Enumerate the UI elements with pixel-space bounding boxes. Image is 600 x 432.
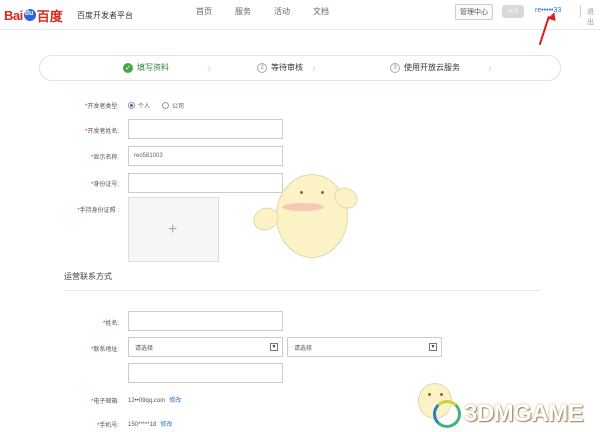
- site-name: 百度开发者平台: [77, 11, 133, 20]
- nav-home[interactable]: 首页: [196, 6, 212, 17]
- section-title: 运营联系方式: [64, 272, 112, 281]
- logout-link[interactable]: 退出: [587, 7, 600, 27]
- email-row: 12••09qq.com 修改: [128, 395, 181, 404]
- step-fill-info: ✓ 填写资料: [123, 62, 169, 73]
- address-detail-input[interactable]: [128, 363, 283, 383]
- contact-name-input[interactable]: [128, 311, 283, 331]
- step-use-cloud: 3 使用开放云服务: [390, 62, 460, 73]
- top-header: Bai 百度 百度开发者平台 首页 服务 活动 文档 管理中心 ✉ 0 re••…: [0, 0, 600, 30]
- dev-name-input[interactable]: [128, 119, 283, 139]
- phone-edit-link[interactable]: 修改: [160, 422, 172, 428]
- radio-label: 公司: [172, 104, 185, 110]
- email-value: 12••09qq.com: [128, 398, 166, 404]
- section-divider: [64, 290, 540, 291]
- nav-activity[interactable]: 活动: [274, 6, 290, 17]
- radio-label: 个人: [138, 104, 151, 110]
- plus-icon: +: [168, 221, 178, 238]
- phone-row: 150*****18 修改: [128, 419, 172, 428]
- baidu-logo[interactable]: Bai 百度: [4, 6, 63, 25]
- radio-dot[interactable]: [128, 102, 135, 109]
- nav-docs[interactable]: 文档: [313, 6, 329, 17]
- step-label: 等待审核: [271, 63, 303, 72]
- paw-icon: [23, 9, 36, 21]
- id-photo-upload[interactable]: +: [128, 197, 219, 262]
- step-number: 2: [257, 62, 267, 73]
- dev-name-label: *开发者姓名:: [84, 129, 119, 135]
- watermark-logo-icon: [433, 400, 461, 428]
- contact-name-label: *姓名:: [102, 321, 119, 327]
- check-icon: ✓: [123, 62, 133, 73]
- radio-company[interactable]: 公司: [162, 101, 184, 110]
- admin-center-button[interactable]: 管理中心: [455, 4, 493, 20]
- phone-label: *手机号:: [96, 423, 119, 429]
- dev-type-label: *开发者类型:: [84, 104, 119, 110]
- email-edit-link[interactable]: 修改: [169, 398, 181, 404]
- phone-value: 150*****18: [128, 422, 157, 428]
- chevron-down-icon: ▼: [429, 343, 437, 351]
- display-name-input[interactable]: reo581003: [128, 146, 283, 166]
- header-divider: [580, 5, 581, 17]
- chevron-down-icon: ▼: [270, 343, 278, 351]
- chevron-right-icon: ›: [488, 61, 492, 75]
- progress-steps: ✓ 填写资料 › 2 等待审核 › 3 使用开放云服务 ›: [39, 55, 561, 81]
- message-button[interactable]: ✉ 0: [502, 5, 524, 18]
- step-label: 使用开放云服务: [404, 63, 460, 72]
- id-number-input[interactable]: [128, 173, 283, 193]
- address-label: *联系地址:: [90, 347, 119, 353]
- message-count: 0: [514, 8, 519, 15]
- id-photo-label: *手持身份证照 :: [77, 208, 119, 214]
- bell-icon: ✉: [507, 9, 515, 15]
- watermark-text: 3DMGAME: [464, 400, 584, 427]
- logo-du-text: 百度: [36, 9, 63, 25]
- email-label: *电子邮箱:: [90, 399, 119, 405]
- chevron-right-icon: ›: [312, 61, 316, 75]
- display-name-label: *显示名称:: [90, 155, 119, 161]
- province-select[interactable]: 请选择 ▼: [128, 337, 283, 357]
- step-label: 填写资料: [137, 63, 169, 72]
- city-select[interactable]: 请选择 ▼: [287, 337, 442, 357]
- step-await-review: 2 等待审核: [257, 62, 303, 73]
- select-value: 请选择: [135, 345, 154, 352]
- select-value: 请选择: [294, 345, 313, 352]
- id-number-label: *身份证号:: [90, 182, 119, 188]
- step-number: 3: [390, 62, 400, 73]
- chevron-right-icon: ›: [207, 61, 211, 75]
- nav-services[interactable]: 服务: [235, 6, 251, 17]
- radio-personal[interactable]: 个人: [128, 101, 150, 110]
- logo-bai-text: Bai: [4, 7, 23, 23]
- radio-dot[interactable]: [162, 102, 169, 109]
